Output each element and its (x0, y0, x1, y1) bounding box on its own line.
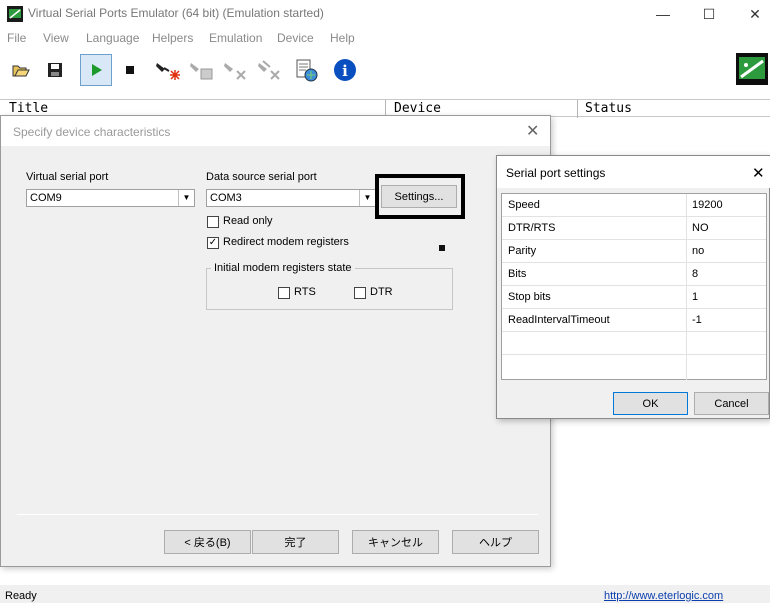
menu-bar: File View Language Helpers Emulation Dev… (0, 28, 770, 48)
wizard-separator (17, 514, 538, 515)
new-device-icon[interactable] (154, 55, 182, 85)
chevron-down-icon[interactable]: ▼ (178, 190, 194, 206)
grid-value[interactable]: 19200 (692, 199, 723, 211)
grid-key: Bits (508, 268, 527, 280)
dtr-checkbox[interactable] (354, 287, 366, 299)
settings-button[interactable]: Settings... (381, 185, 457, 208)
modem-registers-group-title: Initial modem registers state (211, 262, 355, 274)
sps-cancel-button[interactable]: Cancel (694, 392, 769, 415)
grid-key: ReadIntervalTimeout (508, 314, 610, 326)
back-button[interactable]: < 戻る(B) (164, 530, 251, 554)
menu-helpers[interactable]: Helpers (152, 31, 193, 45)
grid-key: Parity (508, 245, 537, 257)
app-icon (7, 6, 23, 22)
cancel-button[interactable]: キャンセル (352, 530, 439, 554)
play-icon[interactable] (80, 54, 112, 86)
redirect-modem-label: Redirect modem registers (223, 236, 349, 248)
open-icon[interactable] (7, 55, 35, 85)
serial-port-settings-dialog: Serial port settings ✕ Speed 19200 DTR/R… (496, 155, 770, 419)
info-glyph: i (342, 62, 348, 80)
grid-column-separator (686, 194, 687, 380)
window-title: Virtual Serial Ports Emulator (64 bit) (… (28, 6, 324, 20)
plugin-icon[interactable] (736, 53, 768, 85)
menu-language[interactable]: Language (86, 31, 139, 45)
grid-row[interactable]: Stop bits 1 (502, 286, 766, 309)
read-only-checkbox[interactable] (207, 216, 219, 228)
menu-device[interactable]: Device (277, 31, 314, 45)
column-status[interactable]: Status (585, 101, 632, 117)
ok-button[interactable]: OK (613, 392, 688, 415)
help-button[interactable]: ヘルプ (452, 530, 539, 554)
grid-value[interactable]: 8 (692, 268, 698, 280)
maximize-button[interactable]: ☐ (686, 0, 732, 28)
stop-icon[interactable] (116, 55, 144, 85)
grid-key: Speed (508, 199, 540, 211)
finish-button[interactable]: 完了 (252, 530, 339, 554)
wizard-close-button[interactable]: ✕ (526, 121, 539, 141)
grid-row[interactable]: Speed 19200 (502, 194, 766, 217)
data-source-label: Data source serial port (206, 171, 317, 183)
remove-all-devices-icon[interactable] (256, 55, 284, 85)
device-wizard-dialog: Specify device characteristics ✕ Virtual… (0, 115, 551, 567)
grid-row-empty (502, 355, 766, 378)
sps-close-button[interactable]: ✕ (752, 164, 765, 182)
rts-label: RTS (294, 286, 316, 298)
dtr-label: DTR (370, 286, 393, 298)
grid-key: DTR/RTS (508, 222, 556, 234)
device-settings-icon[interactable] (188, 55, 216, 85)
remove-device-icon[interactable] (222, 55, 250, 85)
grid-value[interactable]: no (692, 245, 704, 257)
data-source-select[interactable]: COM3 ▼ (206, 189, 376, 207)
menu-view[interactable]: View (43, 31, 69, 45)
virtual-port-value: COM9 (30, 192, 62, 204)
log-icon[interactable] (292, 55, 320, 85)
grid-value[interactable]: 1 (692, 291, 698, 303)
minimize-button[interactable]: — (640, 0, 686, 28)
virtual-port-select[interactable]: COM9 ▼ (26, 189, 195, 207)
rts-checkbox[interactable] (278, 287, 290, 299)
menu-help[interactable]: Help (330, 31, 355, 45)
info-icon[interactable]: i (331, 55, 359, 85)
modem-registers-group (206, 268, 453, 310)
grid-row[interactable]: Bits 8 (502, 263, 766, 286)
save-icon[interactable] (41, 55, 69, 85)
grid-row[interactable]: ReadIntervalTimeout -1 (502, 309, 766, 332)
grid-row-empty (502, 332, 766, 355)
settings-grid: Speed 19200 DTR/RTS NO Parity no Bits 8 … (501, 193, 767, 380)
sps-title: Serial port settings (506, 166, 606, 180)
read-only-label: Read only (223, 215, 273, 227)
menu-file[interactable]: File (7, 31, 26, 45)
column-separator[interactable] (577, 100, 578, 118)
website-link[interactable]: http://www.eterlogic.com (604, 590, 723, 602)
status-text: Ready (5, 590, 37, 602)
close-button[interactable]: ✕ (732, 0, 770, 28)
redirect-modem-checkbox[interactable]: ✓ (207, 237, 219, 249)
data-source-value: COM3 (210, 192, 242, 204)
virtual-port-label: Virtual serial port (26, 171, 109, 183)
menu-emulation[interactable]: Emulation (209, 31, 262, 45)
grid-value[interactable]: -1 (692, 314, 702, 326)
chevron-down-icon[interactable]: ▼ (359, 190, 375, 206)
grid-row[interactable]: DTR/RTS NO (502, 217, 766, 240)
grid-key: Stop bits (508, 291, 551, 303)
resize-grip-dot (439, 245, 445, 251)
grid-row[interactable]: Parity no (502, 240, 766, 263)
wizard-title: Specify device characteristics (13, 125, 171, 139)
grid-value[interactable]: NO (692, 222, 709, 234)
